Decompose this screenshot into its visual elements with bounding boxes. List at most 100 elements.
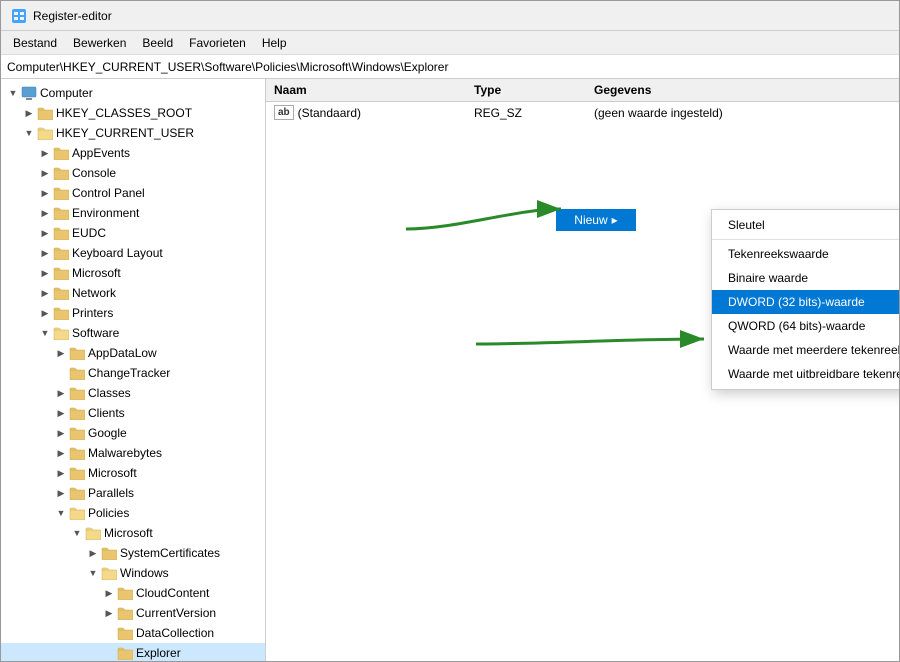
tree-item-parallels[interactable]: ▶ Parallels: [1, 483, 265, 503]
tree-item-control-panel[interactable]: ▶ Control Panel: [1, 183, 265, 203]
folder-icon-explorer: [117, 646, 133, 660]
green-arrow-2: [466, 314, 716, 364]
expander-windows[interactable]: ▼: [85, 564, 101, 582]
menu-beeld[interactable]: Beeld: [134, 34, 181, 52]
tree-item-clients[interactable]: ▶ Clients: [1, 403, 265, 423]
expander-printers[interactable]: ▶: [37, 304, 53, 322]
tree-pane[interactable]: ▼ Computer ▶ HKEY_CLASSES_ROOT ▼: [1, 79, 266, 661]
context-menu-item-uitbreidbaar[interactable]: Waarde met uitbreidbare tekenreeks: [712, 362, 899, 386]
expander-malwarebytes[interactable]: ▶: [53, 444, 69, 462]
expander-hkey-classes-root[interactable]: ▶: [21, 104, 37, 122]
expander-appevents[interactable]: ▶: [37, 144, 53, 162]
folder-icon-keyboard-layout: [53, 246, 69, 260]
tree-item-hkey-classes-root[interactable]: ▶ HKEY_CLASSES_ROOT: [1, 103, 265, 123]
expander-hkey-current-user[interactable]: ▼: [21, 124, 37, 142]
expander-software[interactable]: ▼: [37, 324, 53, 342]
folder-icon-environment: [53, 206, 69, 220]
expander-classes[interactable]: ▶: [53, 384, 69, 402]
expander-currentversion[interactable]: ▶: [101, 604, 117, 622]
tree-label-software: Software: [72, 324, 119, 342]
expander-appdatalow[interactable]: ▶: [53, 344, 69, 362]
tree-item-software[interactable]: ▼ Software: [1, 323, 265, 343]
tree-item-google[interactable]: ▶ Google: [1, 423, 265, 443]
expander-cloudcontent[interactable]: ▶: [101, 584, 117, 602]
tree-item-appdatalow[interactable]: ▶ AppDataLow: [1, 343, 265, 363]
expander-control-panel[interactable]: ▶: [37, 184, 53, 202]
tree-label-network: Network: [72, 284, 116, 302]
context-menu-item-qword[interactable]: QWORD (64 bits)-waarde: [712, 314, 899, 338]
expander-policies[interactable]: ▼: [53, 504, 69, 522]
folder-icon-eudc: [53, 226, 69, 240]
folder-icon-console: [53, 166, 69, 180]
folder-icon-google: [69, 426, 85, 440]
menu-favorieten[interactable]: Favorieten: [181, 34, 254, 52]
tree-item-network[interactable]: ▶ Network: [1, 283, 265, 303]
expander-microsoft-sw[interactable]: ▶: [53, 464, 69, 482]
tree-item-cloudcontent[interactable]: ▶ CloudContent: [1, 583, 265, 603]
menu-bestand[interactable]: Bestand: [5, 34, 65, 52]
expander-eudc[interactable]: ▶: [37, 224, 53, 242]
reg-entry-name-text: (Standaard): [298, 106, 361, 120]
tree-label-control-panel: Control Panel: [72, 184, 145, 202]
tree-label-microsoft-hkcu: Microsoft: [72, 264, 121, 282]
address-path: Computer\HKEY_CURRENT_USER\Software\Poli…: [7, 60, 448, 74]
expander-network[interactable]: ▶: [37, 284, 53, 302]
detail-row-standaard[interactable]: ab (Standaard) REG_SZ (geen waarde inges…: [266, 102, 899, 123]
tree-item-microsoft-pol[interactable]: ▼ Microsoft: [1, 523, 265, 543]
context-menu-item-tekenreekswaarde[interactable]: Tekenreekswaarde: [712, 242, 899, 266]
tree-item-malwarebytes[interactable]: ▶ Malwarebytes: [1, 443, 265, 463]
context-menu-item-binaire-waarde[interactable]: Binaire waarde: [712, 266, 899, 290]
folder-icon-clients: [69, 406, 85, 420]
tree-item-printers[interactable]: ▶ Printers: [1, 303, 265, 323]
tree-label-currentversion: CurrentVersion: [136, 604, 216, 622]
tree-item-microsoft-sw[interactable]: ▶ Microsoft: [1, 463, 265, 483]
context-menu-item-sleutel[interactable]: Sleutel: [712, 213, 899, 237]
window-title: Register-editor: [33, 9, 112, 23]
context-menu-item-meerdere[interactable]: Waarde met meerdere tekenreeksen: [712, 338, 899, 362]
expander-environment[interactable]: ▶: [37, 204, 53, 222]
expander-microsoft-hkcu[interactable]: ▶: [37, 264, 53, 282]
tree-item-computer[interactable]: ▼ Computer: [1, 83, 265, 103]
tree-label-appevents: AppEvents: [72, 144, 130, 162]
menu-bewerken[interactable]: Bewerken: [65, 34, 134, 52]
expander-microsoft-pol[interactable]: ▼: [69, 524, 85, 542]
expander-parallels[interactable]: ▶: [53, 484, 69, 502]
tree-item-appevents[interactable]: ▶ AppEvents: [1, 143, 265, 163]
tree-item-datacollection[interactable]: ▶ DataCollection: [1, 623, 265, 643]
nieuw-button[interactable]: Nieuw ▸: [556, 209, 636, 231]
folder-icon-currentversion: [117, 606, 133, 620]
folder-icon-hkey-current-user: [37, 126, 53, 140]
tree-label-keyboard-layout: Keyboard Layout: [72, 244, 163, 262]
tree-item-currentversion[interactable]: ▶ CurrentVersion: [1, 603, 265, 623]
context-menu-item-dword[interactable]: DWORD (32 bits)-waarde: [712, 290, 899, 314]
tree-label-printers: Printers: [72, 304, 113, 322]
expander-clients[interactable]: ▶: [53, 404, 69, 422]
tree-item-explorer[interactable]: ▶ Explorer: [1, 643, 265, 661]
tree-label-systemcertificates: SystemCertificates: [120, 544, 220, 562]
tree-item-environment[interactable]: ▶ Environment: [1, 203, 265, 223]
tree-item-classes[interactable]: ▶ Classes: [1, 383, 265, 403]
expander-keyboard-layout[interactable]: ▶: [37, 244, 53, 262]
folder-icon-appdatalow: [69, 346, 85, 360]
tree-item-windows[interactable]: ▼ Windows: [1, 563, 265, 583]
expander-console[interactable]: ▶: [37, 164, 53, 182]
registry-icon: [11, 8, 27, 24]
expander-computer[interactable]: ▼: [5, 84, 21, 102]
folder-icon-software: [53, 326, 69, 340]
tree-label-changetracker: ChangeTracker: [88, 364, 170, 382]
tree-item-eudc[interactable]: ▶ EUDC: [1, 223, 265, 243]
folder-icon-printers: [53, 306, 69, 320]
expander-google[interactable]: ▶: [53, 424, 69, 442]
tree-label-microsoft-sw: Microsoft: [88, 464, 137, 482]
expander-systemcertificates[interactable]: ▶: [85, 544, 101, 562]
context-menu-separator-1: [712, 239, 899, 240]
menu-help[interactable]: Help: [254, 34, 295, 52]
tree-item-changetracker[interactable]: ▶ ChangeTracker: [1, 363, 265, 383]
tree-item-systemcertificates[interactable]: ▶ SystemCertificates: [1, 543, 265, 563]
tree-item-hkey-current-user[interactable]: ▼ HKEY_CURRENT_USER: [1, 123, 265, 143]
tree-item-console[interactable]: ▶ Console: [1, 163, 265, 183]
tree-item-microsoft-hkcu[interactable]: ▶ Microsoft: [1, 263, 265, 283]
tree-item-policies[interactable]: ▼ Policies: [1, 503, 265, 523]
tree-item-keyboard-layout[interactable]: ▶ Keyboard Layout: [1, 243, 265, 263]
tree-label-google: Google: [88, 424, 127, 442]
